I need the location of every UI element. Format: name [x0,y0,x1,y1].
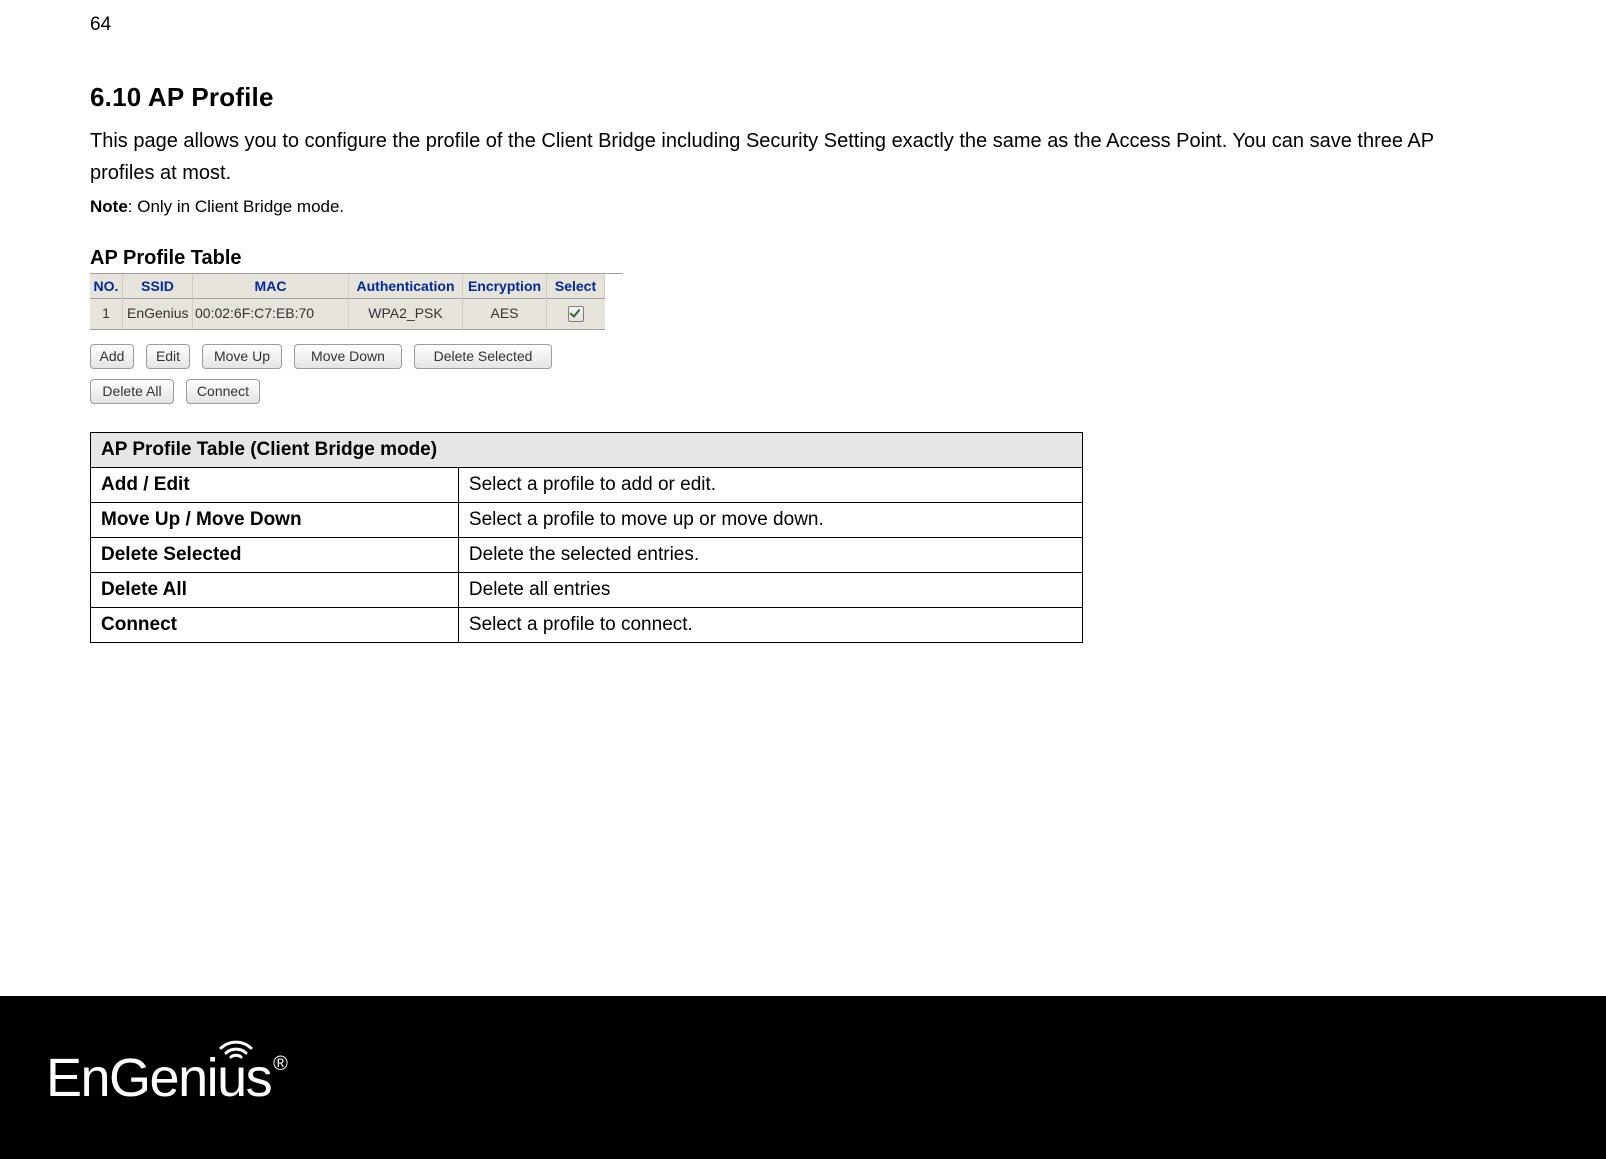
ap-profile-title: AP Profile Table [90,247,623,270]
table-row: Delete All Delete all entries [91,573,1083,608]
note-text: : Only in Client Bridge mode. [128,197,344,216]
footer: EnGenius® [0,996,1606,1159]
registered-icon: ® [273,1053,286,1075]
edit-button[interactable]: Edit [146,344,190,369]
desc-value: Delete the selected entries. [458,538,1082,573]
cell-enc: AES [463,299,547,330]
col-select: Select [547,274,605,299]
col-no: NO. [90,274,123,299]
note-line: Note: Only in Client Bridge mode. [90,197,1516,217]
table-row: Delete Selected Delete the selected entr… [91,538,1083,573]
checkbox-checked-icon[interactable] [568,306,584,322]
delete-all-button[interactable]: Delete All [90,379,174,404]
desc-value: Select a profile to connect. [458,608,1082,643]
logo-text-a: EnGen [46,1048,207,1108]
note-label: Note [90,197,128,216]
col-enc: Encryption [463,274,547,299]
desc-key: Move Up / Move Down [91,503,459,538]
add-button[interactable]: Add [90,344,134,369]
cell-no: 1 [90,299,123,330]
desc-key: Add / Edit [91,468,459,503]
desc-table-title: AP Profile Table (Client Bridge mode) [91,433,1083,468]
desc-key: Delete Selected [91,538,459,573]
table-row: Connect Select a profile to connect. [91,608,1083,643]
desc-value: Select a profile to move up or move down… [458,503,1082,538]
intro-text: This page allows you to configure the pr… [90,125,1490,189]
desc-value: Delete all entries [458,573,1082,608]
ap-profile-graphic: AP Profile Table NO. SSID MAC Authentica… [90,247,623,404]
table-row: Add / Edit Select a profile to add or ed… [91,468,1083,503]
description-table: AP Profile Table (Client Bridge mode) Ad… [90,432,1083,643]
table-row: Move Up / Move Down Select a profile to … [91,503,1083,538]
desc-key: Delete All [91,573,459,608]
cell-mac: 00:02:6F:C7:EB:70 [193,299,349,330]
wifi-icon [218,1031,254,1061]
desc-key: Connect [91,608,459,643]
cell-auth: WPA2_PSK [349,299,463,330]
col-auth: Authentication [349,274,463,299]
cell-select[interactable] [547,299,605,330]
page-number: 64 [90,14,1516,36]
delete-selected-button[interactable]: Delete Selected [414,344,552,369]
desc-value: Select a profile to add or edit. [458,468,1082,503]
move-down-button[interactable]: Move Down [294,344,402,369]
col-mac: MAC [193,274,349,299]
col-ssid: SSID [123,274,193,299]
cell-ssid: EnGenius [123,299,193,330]
connect-button[interactable]: Connect [186,379,260,404]
section-heading: 6.10 AP Profile [90,82,1516,113]
engenius-logo: EnGenius® [46,1047,304,1109]
move-up-button[interactable]: Move Up [202,344,282,369]
